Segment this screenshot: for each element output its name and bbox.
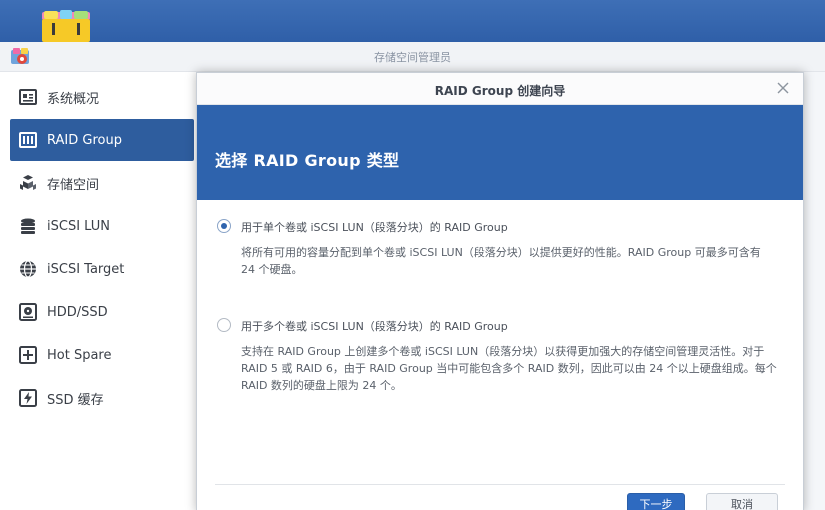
option-label[interactable]: 用于单个卷或 iSCSI LUN（段落分块）的 RAID Group (241, 219, 508, 235)
hot-spare-icon (18, 345, 38, 365)
sidebar-item-volume[interactable]: 存储空间 (10, 162, 194, 204)
sidebar-item-iscsi-lun[interactable]: iSCSI LUN (10, 205, 194, 247)
option-label[interactable]: 用于多个卷或 iSCSI LUN（段落分块）的 RAID Group (241, 318, 508, 334)
window-title: 存储空间管理员 (374, 51, 451, 64)
overview-icon (18, 87, 38, 107)
dialog-title: RAID Group 创建向导 (434, 84, 566, 98)
sidebar-item-label: iSCSI Target (47, 261, 125, 277)
sidebar-item-label: Hot Spare (47, 347, 112, 363)
footer-divider (215, 484, 785, 485)
sidebar-item-label: iSCSI LUN (47, 218, 110, 234)
sidebar-item-ssd-cache[interactable]: SSD 缓存 (10, 377, 194, 419)
storage-manager-app-icon[interactable] (40, 10, 94, 42)
radio-multiple-volumes[interactable] (217, 318, 231, 332)
ssd-cache-icon (18, 388, 38, 408)
hdd-ssd-icon (18, 302, 38, 322)
next-button[interactable]: 下一步 (627, 493, 685, 510)
sidebar-item-hdd-ssd[interactable]: HDD/SSD (10, 291, 194, 333)
sidebar-item-label: 系统概况 (47, 91, 100, 107)
iscsi-lun-icon (18, 216, 38, 236)
sidebar-item-raid-group[interactable]: RAID Group (10, 119, 194, 161)
sidebar-item-label: SSD 缓存 (47, 392, 104, 408)
close-icon[interactable] (775, 80, 791, 96)
option-description: 支持在 RAID Group 上创建多个卷或 iSCSI LUN（段落分块）以获… (241, 345, 777, 392)
raid-group-icon (18, 130, 38, 150)
desktop-taskbar (0, 0, 825, 42)
option-description: 将所有可用的容量分配到单个卷或 iSCSI LUN（段落分块）以提供更好的性能。… (241, 246, 761, 276)
sidebar: 系统概况 RAID Group 存储空间 iSCSI LUN iSCSI Tar… (0, 72, 200, 510)
volume-icon (18, 173, 38, 193)
sidebar-item-hot-spare[interactable]: Hot Spare (10, 334, 194, 376)
raid-group-wizard-dialog: RAID Group 创建向导 选择 RAID Group 类型 用于单个卷或 … (196, 72, 804, 510)
iscsi-target-icon (18, 259, 38, 279)
sidebar-item-iscsi-target[interactable]: iSCSI Target (10, 248, 194, 290)
sidebar-item-label: HDD/SSD (47, 304, 108, 320)
radio-single-volume[interactable] (217, 219, 231, 233)
sidebar-item-overview[interactable]: 系统概况 (10, 76, 194, 118)
step-title: 选择 RAID Group 类型 (215, 151, 400, 170)
cancel-button[interactable]: 取消 (706, 493, 778, 510)
window-titlebar: 存储空间管理员 (0, 42, 825, 72)
sidebar-item-label: 存储空间 (47, 177, 100, 193)
sidebar-item-label: RAID Group (47, 132, 122, 148)
dialog-banner: 选择 RAID Group 类型 (197, 105, 803, 200)
option-multiple-volumes: 用于多个卷或 iSCSI LUN（段落分块）的 RAID Group 支持在 R… (217, 317, 777, 417)
option-single-volume: 用于单个卷或 iSCSI LUN（段落分块）的 RAID Group 将所有可用… (217, 218, 777, 298)
dialog-header: RAID Group 创建向导 (197, 73, 803, 105)
